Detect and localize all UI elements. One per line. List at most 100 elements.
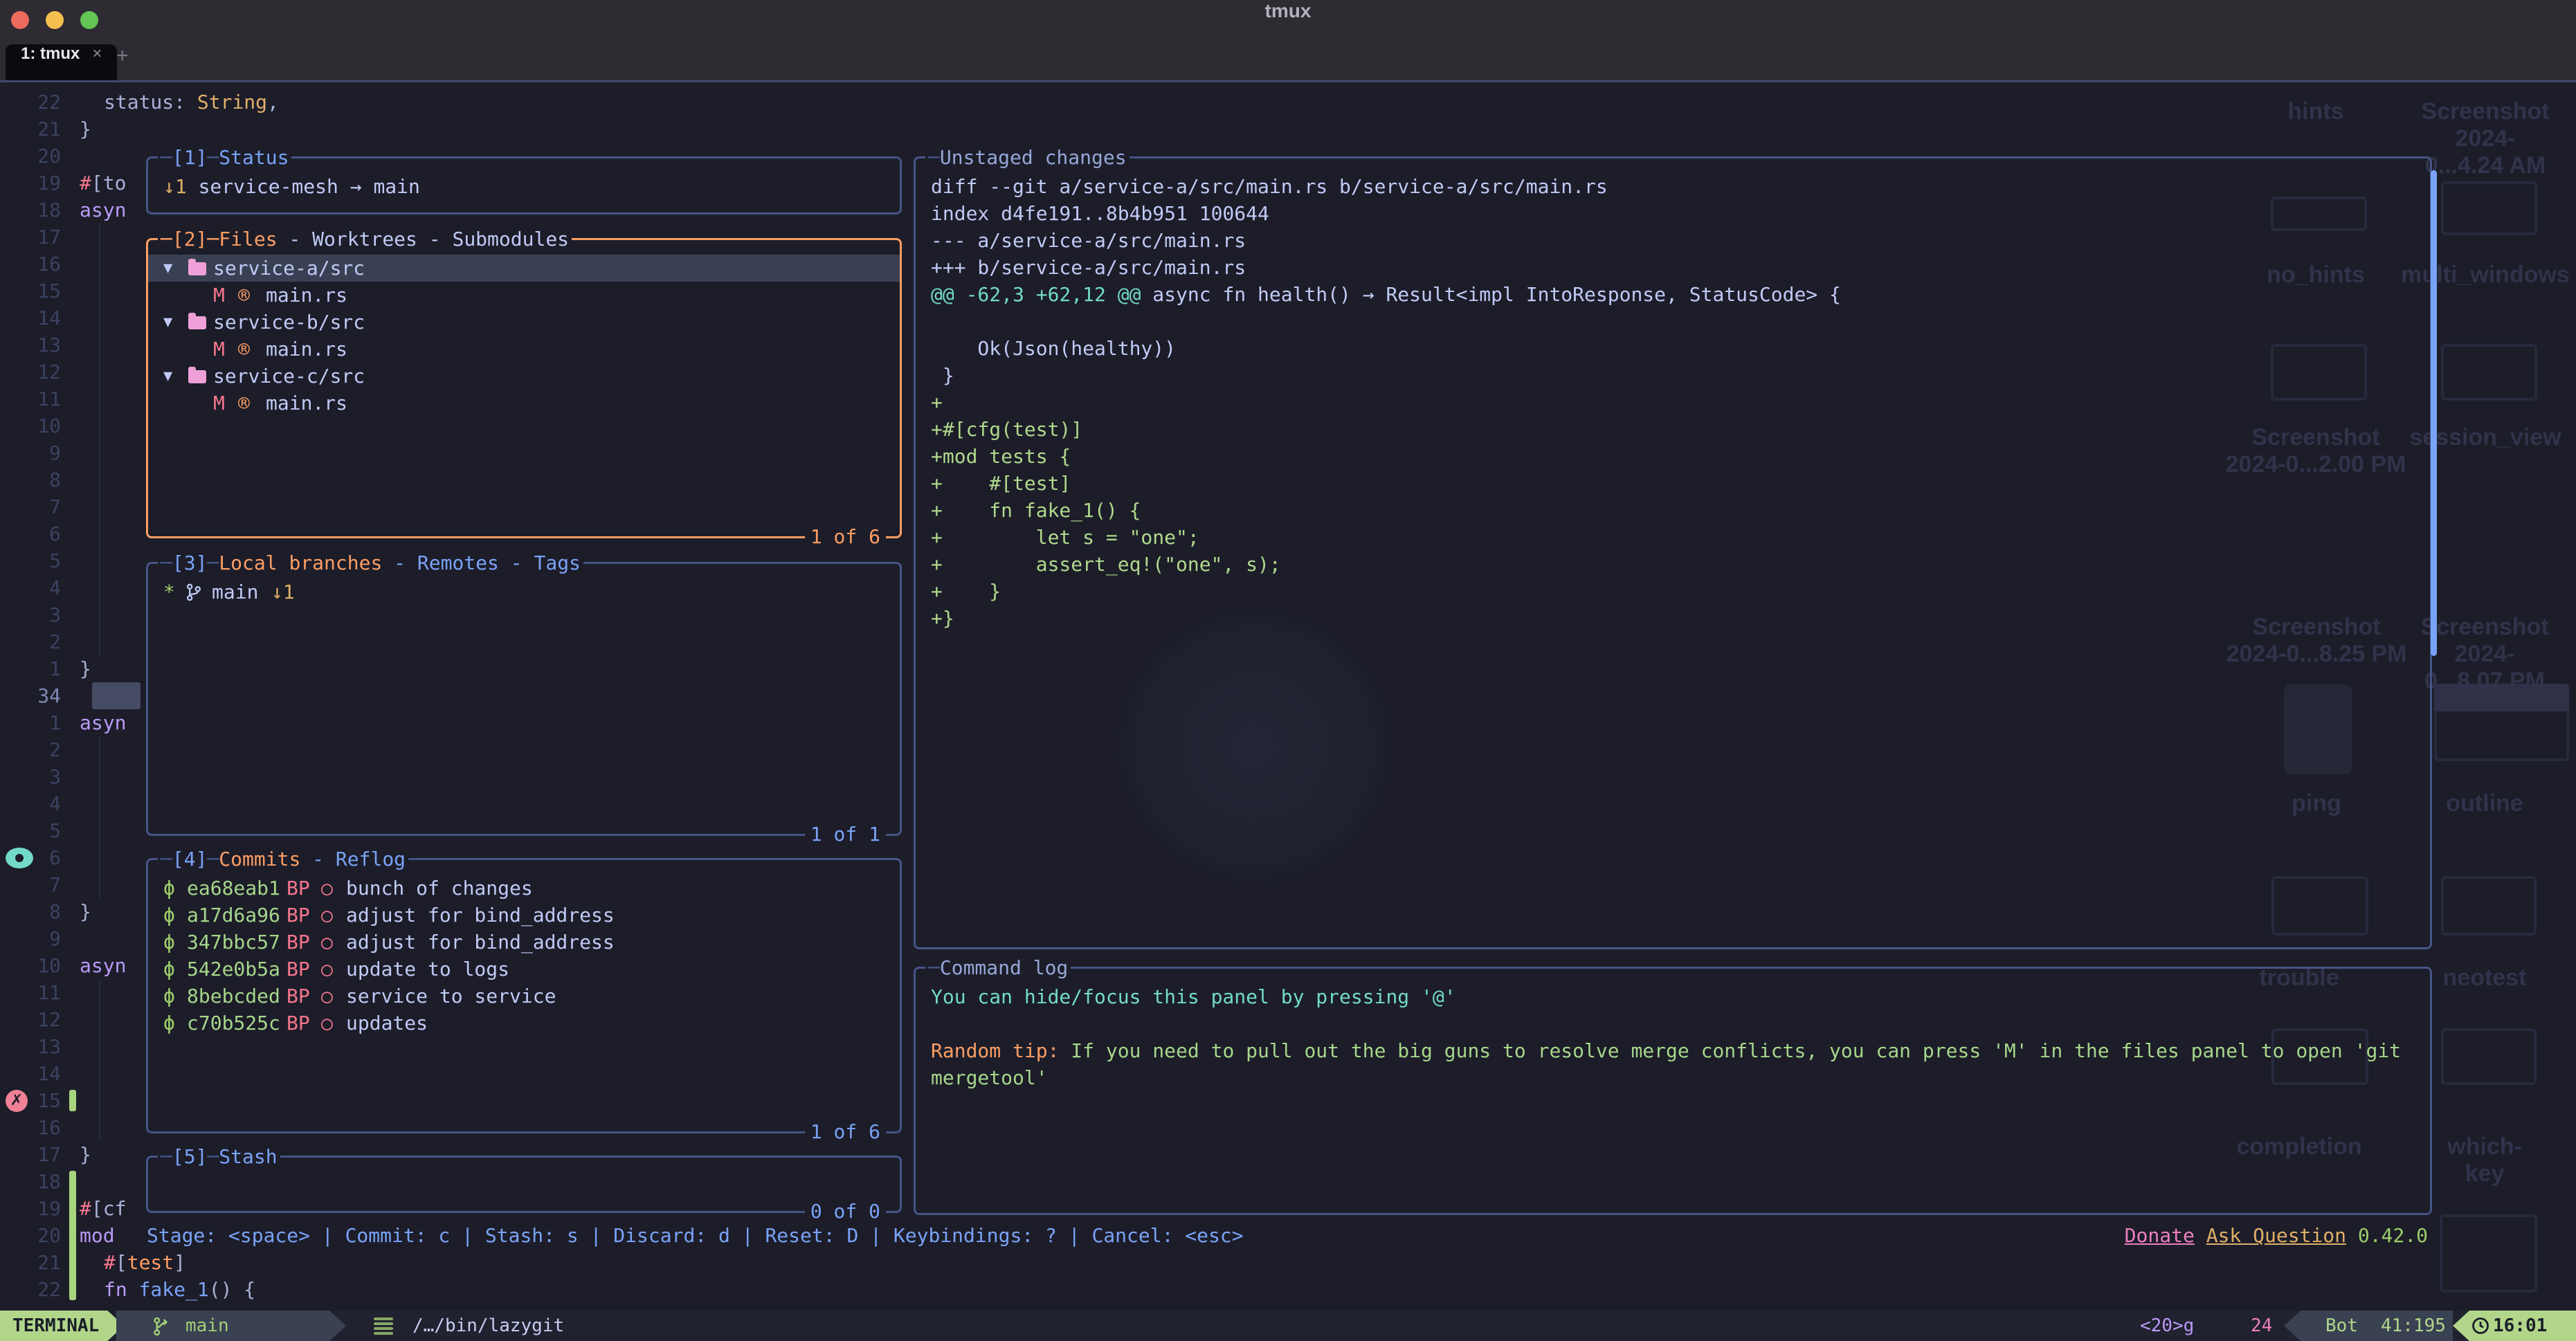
commit-row[interactable]: ϕ8bebcdedBP○service to service [148, 983, 900, 1010]
current-branch-marker: * [163, 578, 175, 605]
panel-files-title: ─[2]─Files - Worktrees - Submodules [158, 226, 572, 253]
command-log-line: Random tip: If you need to pull out the … [916, 1037, 2430, 1064]
file-tree-dir-row[interactable]: ▼service-a/src [148, 255, 900, 282]
line-number: 2 [0, 736, 61, 763]
panel-commits[interactable]: ─[4]─Commits - Reflog 1 of 6 ϕea68eab1BP… [146, 858, 902, 1133]
editor-code-fragment: fn fake_1() { [104, 1276, 255, 1303]
tab-label: 1: tmux [21, 44, 80, 63]
commit-hash: a17d6a96 [187, 902, 280, 929]
line-number: 1 [0, 655, 61, 682]
editor-code-fragment: asyn [80, 952, 126, 979]
statusline-plugin-count: 24 [2251, 1311, 2272, 1341]
tab-tmux[interactable]: 1: tmux × [6, 44, 117, 80]
editor-code-fragment: #[to [80, 170, 126, 197]
command-log-line: mergetool' [916, 1064, 2430, 1091]
statusline-keyseq: <20>g [2140, 1311, 2194, 1341]
commit-author-initials: BP [287, 983, 310, 1010]
diff-line: +mod tests { [916, 443, 2430, 470]
commit-graph-node-icon: ϕ [163, 1010, 175, 1037]
editor-statusline: TERMINAL main /…/bin/lazygit <20>g 24 Bo… [0, 1311, 2576, 1341]
commit-message: adjust for bind_address [346, 929, 615, 956]
chevron-expanded-icon: ▼ [163, 309, 172, 336]
file-tree-file-row[interactable]: M®main.rs [148, 282, 900, 309]
line-number: 18 [0, 1168, 61, 1195]
file-tree-file-row[interactable]: M®main.rs [148, 390, 900, 417]
commit-graph-node-icon: ϕ [163, 956, 175, 983]
panel-status[interactable]: ─[1]─Status ↓1 service-mesh → main [146, 156, 902, 215]
file-status-modified: M [213, 336, 225, 363]
line-number: 16 [0, 250, 61, 277]
desktop-window-icon [2441, 1028, 2537, 1085]
line-number: 20 [0, 143, 61, 170]
line-number: 11 [0, 385, 61, 412]
panel-unstaged-changes[interactable]: ─Unstaged changes diff --git a/service-a… [914, 156, 2432, 949]
diff-scrollbar[interactable] [2431, 170, 2437, 656]
donate-link[interactable]: Donate [2125, 1224, 2195, 1247]
editor-code-fragment: } [80, 1141, 91, 1168]
new-tab-button[interactable]: + [116, 44, 129, 80]
file-tree-dir-row[interactable]: ▼service-c/src [148, 363, 900, 390]
tab-close-icon[interactable]: × [92, 44, 102, 63]
line-number: 19 [0, 170, 61, 197]
commit-unpushed-icon: ○ [321, 956, 333, 983]
file-tree-file-row[interactable]: M®main.rs [148, 336, 900, 363]
diff-line: + fn fake_1() { [916, 497, 2430, 524]
command-log-line [916, 1010, 2430, 1037]
commit-row[interactable]: ϕc70b525cBP○updates [148, 1010, 900, 1037]
desktop-icon-label: which-key [2439, 1133, 2530, 1187]
commit-author-initials: BP [287, 902, 310, 929]
diff-line [916, 308, 2430, 335]
desktop-window-icon [2440, 1214, 2537, 1293]
line-number: 7 [0, 493, 61, 520]
commit-row[interactable]: ϕea68eab1BP○bunch of changes [148, 875, 900, 902]
commit-graph-node-icon: ϕ [163, 902, 175, 929]
git-branch-icon [151, 1316, 172, 1337]
diff-line: Ok(Json(healthy)) [916, 335, 2430, 362]
commit-hash: 8bebcded [187, 983, 280, 1010]
commit-row[interactable]: ϕ542e0b5aBP○update to logs [148, 956, 900, 983]
panel-branches[interactable]: ─[3]─Local branches - Remotes - Tags 1 o… [146, 562, 902, 836]
watch-sign-icon [6, 848, 33, 868]
lines-icon [374, 1317, 393, 1341]
editor-code-fragment: #[test] [104, 1249, 185, 1276]
folder-icon [188, 262, 206, 275]
diff-line: +} [916, 605, 2430, 632]
panel-stash[interactable]: ─[5]─Stash 0 of 0 [146, 1156, 902, 1213]
line-number: 22 [0, 89, 61, 116]
commit-hash: 542e0b5a [187, 956, 280, 983]
desktop-window-icon [2441, 876, 2537, 936]
panel-unstaged-title: ─Unstaged changes [925, 144, 1130, 171]
commit-author-initials: BP [287, 929, 310, 956]
diff-line: @@ -62,3 +62,12 @@ async fn health() → R… [916, 281, 2430, 308]
indent-guide [99, 736, 100, 898]
panel-stash-title: ─[5]─Stash [158, 1143, 280, 1170]
editor-code-fragment: } [80, 116, 91, 143]
commit-unpushed-icon: ○ [321, 983, 333, 1010]
command-log-line: You can hide/focus this panel by pressin… [916, 983, 2430, 1010]
desktop-icon-label: Screenshot 2024-0...4.24 AM [2421, 98, 2549, 179]
panel-files[interactable]: ─[2]─Files - Worktrees - Submodules 1 of… [146, 238, 902, 538]
line-number: 12 [0, 358, 61, 385]
diff-line: + assert_eq!("one", s); [916, 551, 2430, 578]
panel-command-log[interactable]: ─Command log You can hide/focus this pan… [914, 967, 2432, 1215]
panel-command-log-title: ─Command log [925, 954, 1071, 981]
branch-row[interactable]: *main↓1 [148, 578, 900, 605]
rust-file-icon: ® [238, 282, 250, 309]
commit-row[interactable]: ϕ347bbc57BP○adjust for bind_address [148, 929, 900, 956]
statusline-mode: TERMINAL [0, 1311, 124, 1341]
editor-code-fragment: status: String, [104, 89, 279, 116]
line-number: 16 [0, 1114, 61, 1141]
chevron-expanded-icon: ▼ [163, 363, 172, 390]
file-tree-dir-row[interactable]: ▼service-b/src [148, 309, 900, 336]
line-number: 22 [0, 1276, 61, 1303]
ask-question-link[interactable]: Ask Question [2206, 1224, 2346, 1247]
diff-line: index d4fe191..8b4b951 100644 [916, 200, 2430, 227]
window-title: tmux [0, 0, 2576, 40]
commit-graph-node-icon: ϕ [163, 929, 175, 956]
indent-guide [99, 979, 100, 1141]
editor-cursor [92, 682, 140, 709]
diff-line: + let s = "one"; [916, 524, 2430, 551]
desktop-window-icon [2434, 684, 2569, 761]
commit-row[interactable]: ϕa17d6a96BP○adjust for bind_address [148, 902, 900, 929]
indent-guide [99, 224, 100, 655]
